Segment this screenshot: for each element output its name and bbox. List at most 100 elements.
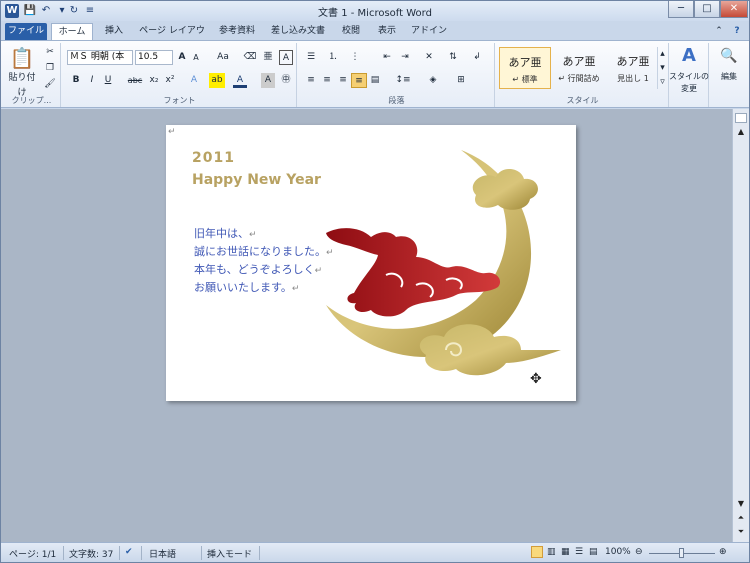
status-separator: [119, 546, 120, 560]
strikethrough-button[interactable]: abc: [125, 73, 145, 88]
clear-formatting-icon[interactable]: ⌫: [243, 50, 257, 65]
page-count[interactable]: ページ: 1/1: [9, 547, 56, 560]
increase-indent-icon[interactable]: ⇥: [397, 50, 413, 65]
tab-references[interactable]: 参考資料: [213, 23, 261, 40]
format-painter-icon[interactable]: 🖌: [43, 77, 57, 92]
grow-font-icon[interactable]: A: [176, 50, 188, 65]
zoom-in-icon[interactable]: ⊕: [719, 547, 727, 557]
numbering-icon[interactable]: ⒈: [325, 50, 341, 65]
style-name: ↵ 行間詰め: [558, 74, 600, 83]
paste-button[interactable]: 貼り付け: [5, 71, 39, 98]
style-heading-1[interactable]: あア亜 見出し 1: [607, 47, 659, 89]
change-styles-icon[interactable]: A: [677, 45, 701, 67]
help-icon[interactable]: ?: [729, 23, 745, 40]
minimize-button[interactable]: ─: [668, 1, 694, 18]
previous-page-icon[interactable]: ⏶: [735, 513, 747, 525]
align-center-icon[interactable]: ≡: [319, 73, 335, 88]
bold-button[interactable]: B: [69, 73, 83, 88]
tab-addins[interactable]: アドイン: [407, 23, 451, 40]
editing-button[interactable]: 編集: [711, 69, 747, 84]
subscript-icon[interactable]: x₂: [147, 73, 161, 88]
word-count[interactable]: 文字数: 37: [69, 547, 113, 560]
document-area[interactable]: ↵ 2011 Happy New Year 旧年中は、↵ 誠にお世話になりました…: [1, 109, 732, 542]
tab-insert[interactable]: 挿入: [97, 23, 131, 40]
scroll-down-icon[interactable]: ▼: [735, 499, 747, 511]
minimize-ribbon-icon[interactable]: ⌃: [711, 23, 727, 40]
character-shading-icon[interactable]: A: [261, 73, 275, 88]
asian-layout-icon[interactable]: ✕: [421, 50, 437, 65]
style-name: 見出し 1: [617, 74, 649, 83]
full-screen-view-icon[interactable]: ▥: [547, 547, 556, 557]
greeting-line-1: 旧年中は、↵: [194, 227, 257, 240]
phonetic-guide-icon[interactable]: 亜: [261, 50, 275, 65]
tab-home[interactable]: ホーム: [51, 23, 93, 40]
zoom-slider-thumb[interactable]: [679, 548, 684, 558]
decrease-indent-icon[interactable]: ⇤: [379, 50, 395, 65]
ruler-toggle-icon[interactable]: [735, 113, 747, 123]
font-size-combo[interactable]: 10.5: [135, 50, 173, 65]
enclose-characters-icon[interactable]: ㊥: [279, 73, 293, 88]
style-name: ↵ 標準: [512, 75, 538, 84]
zoom-level[interactable]: 100%: [605, 547, 631, 557]
close-button[interactable]: ✕: [720, 1, 748, 18]
tab-mailings[interactable]: 差し込み文書: [265, 23, 331, 40]
document-page[interactable]: ↵ 2011 Happy New Year 旧年中は、↵ 誠にお世話になりました…: [166, 125, 576, 401]
style-normal[interactable]: あア亜 ↵ 標準: [499, 47, 551, 89]
style-no-spacing[interactable]: あア亜 ↵ 行間詰め: [553, 47, 605, 89]
style-preview: あア亜: [508, 56, 542, 69]
insert-mode-indicator[interactable]: 挿入モード: [207, 547, 252, 560]
font-name-combo[interactable]: ＭＳ 明朝 (本: [67, 50, 133, 65]
shading-icon[interactable]: ◈: [423, 73, 443, 88]
language-indicator[interactable]: 日本語: [149, 547, 176, 560]
line-spacing-icon[interactable]: ↕≡: [393, 73, 413, 88]
align-right-icon[interactable]: ≡: [335, 73, 351, 88]
text-effects-icon[interactable]: A: [187, 73, 201, 88]
maximize-button[interactable]: □: [694, 1, 720, 18]
vertical-scrollbar[interactable]: ▲ ▼ ⏶ ⏷: [732, 109, 749, 542]
moon-rabbit-illustration[interactable]: [316, 145, 576, 395]
draft-view-icon[interactable]: ▤: [589, 547, 598, 557]
tab-review[interactable]: 校閲: [335, 23, 367, 40]
multilevel-list-icon[interactable]: ⋮: [347, 50, 363, 65]
card-year: 2011: [192, 150, 235, 166]
change-case-button[interactable]: Aa: [213, 50, 233, 65]
tab-page-layout[interactable]: ページ レイアウト: [135, 23, 209, 53]
superscript-icon[interactable]: x²: [163, 73, 177, 88]
show-marks-icon[interactable]: ↲: [469, 50, 485, 65]
cut-icon[interactable]: ✂: [43, 45, 57, 60]
find-icon[interactable]: 🔍: [719, 45, 739, 67]
zoom-out-icon[interactable]: ⊖: [635, 547, 643, 557]
change-styles-line2[interactable]: 変更: [669, 81, 709, 96]
character-border-icon[interactable]: A: [279, 50, 293, 65]
distributed-icon[interactable]: ▤: [367, 73, 383, 88]
font-color-icon[interactable]: A: [233, 73, 247, 88]
cloud-top: [472, 168, 538, 210]
shrink-font-icon[interactable]: A: [190, 50, 202, 65]
paste-icon[interactable]: 📋: [9, 45, 35, 71]
styles-scroll-icon[interactable]: ▴ ▾ ▿: [657, 47, 667, 89]
next-page-icon[interactable]: ⏷: [735, 527, 747, 539]
borders-icon[interactable]: ⊞: [451, 73, 471, 88]
highlight-icon[interactable]: ab: [209, 73, 225, 88]
copy-icon[interactable]: ❐: [43, 61, 57, 76]
outline-view-icon[interactable]: ☰: [575, 547, 583, 557]
styles-group-label: スタイル: [566, 96, 599, 105]
sort-icon[interactable]: ⇅: [445, 50, 461, 65]
tab-file[interactable]: ファイル: [5, 23, 47, 40]
tab-view[interactable]: 表示: [371, 23, 403, 40]
underline-button[interactable]: U: [101, 73, 115, 88]
bullets-icon[interactable]: ☰: [303, 50, 319, 65]
print-layout-view-icon[interactable]: [531, 546, 543, 558]
change-styles-group: A スタイルの 変更: [669, 43, 709, 107]
ribbon-tabs: ファイル ホーム 挿入 ページ レイアウト 参考資料 差し込み文書 校閲 表示 …: [1, 21, 749, 53]
justify-icon[interactable]: ≡: [351, 73, 367, 88]
proofing-icon[interactable]: ✔: [125, 547, 133, 557]
clipboard-group: 📋 貼り付け ✂ ❐ 🖌 クリップ...: [3, 43, 61, 107]
italic-button[interactable]: I: [85, 73, 99, 88]
align-left-icon[interactable]: ≡: [303, 73, 319, 88]
status-separator: [201, 546, 202, 560]
editing-group: 🔍 編集: [711, 43, 747, 107]
scroll-up-icon[interactable]: ▲: [735, 127, 747, 139]
paragraph-group: ☰ ⒈ ⋮ ⇤ ⇥ ✕ ⇅ ↲ ≡ ≡ ≡ ≡ ▤ ↕≡ ◈ ⊞ 段落: [299, 43, 495, 107]
web-layout-view-icon[interactable]: ▦: [561, 547, 570, 557]
